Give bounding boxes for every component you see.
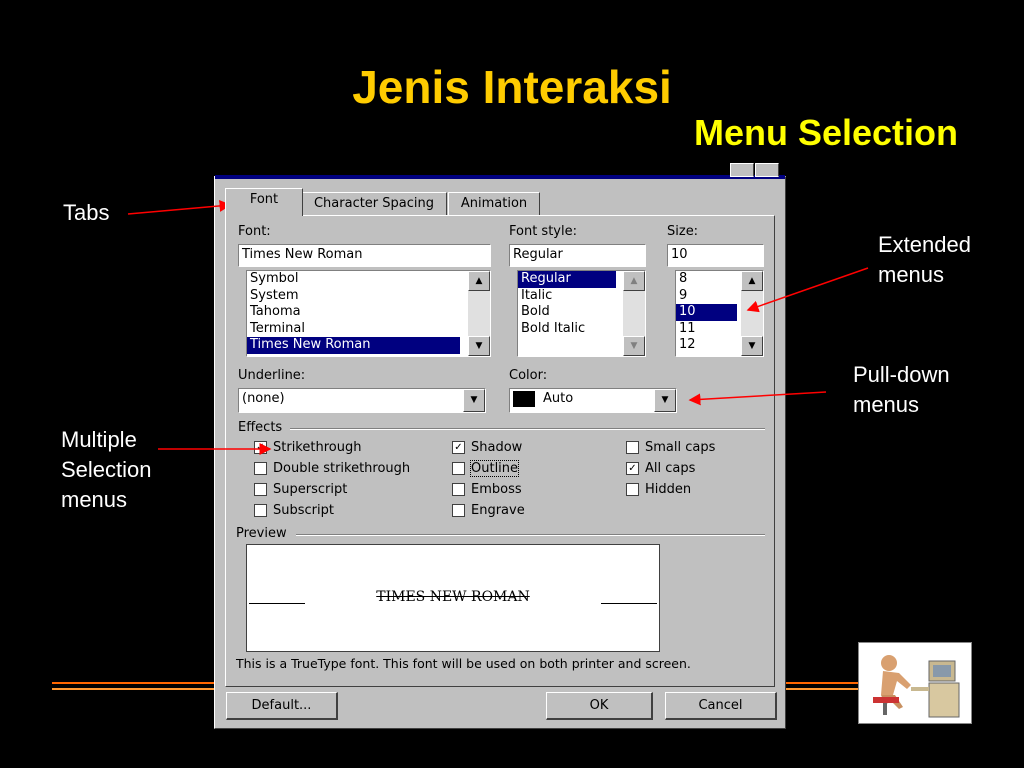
tab-font[interactable]: Font <box>225 188 303 216</box>
arrow-extended <box>746 267 869 313</box>
clipart-user-at-computer <box>858 642 972 724</box>
arrow-tabs <box>127 199 232 215</box>
arrow-pulldown <box>688 391 827 406</box>
